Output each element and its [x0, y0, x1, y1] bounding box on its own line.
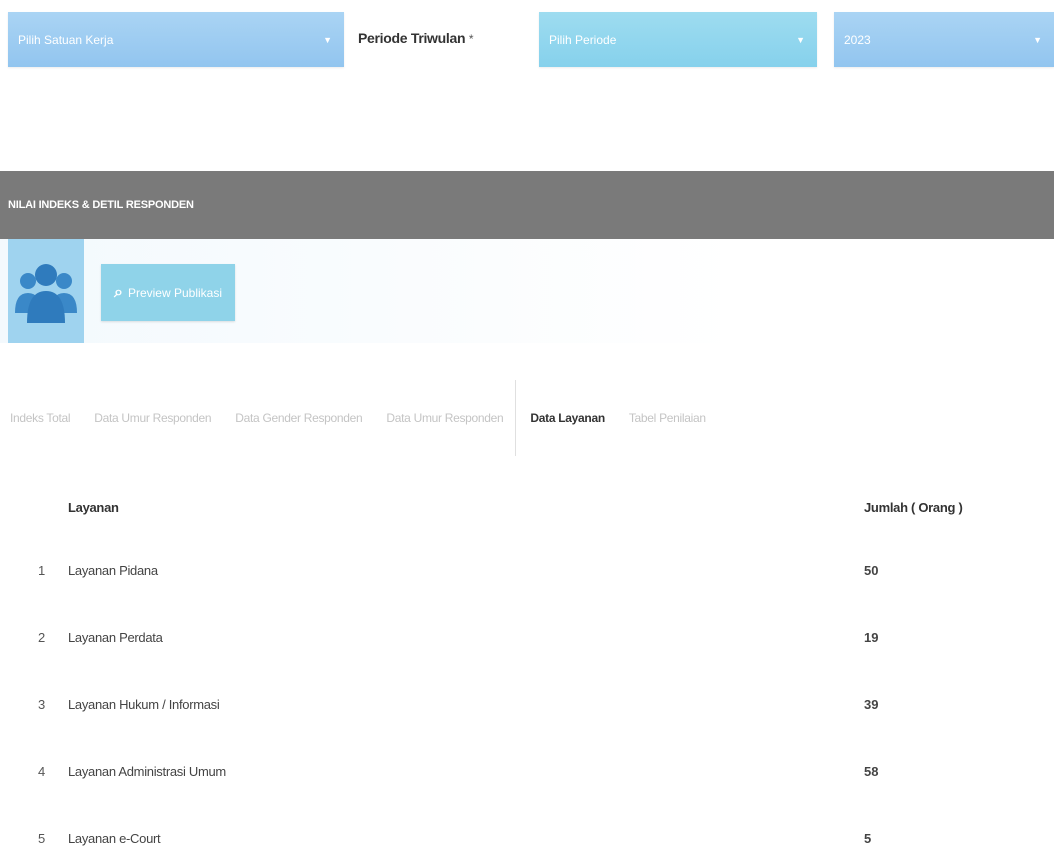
table-row: 5 Layanan e-Court 5: [0, 805, 1054, 858]
tab-data-layanan[interactable]: Data Layanan: [515, 380, 616, 456]
row-layanan: Layanan Hukum / Informasi: [68, 697, 220, 712]
tab-data-umur-responden-2[interactable]: Data Umur Responden: [374, 411, 515, 425]
row-number: 1: [38, 563, 46, 578]
periode-label-text: Periode Triwulan: [358, 30, 466, 46]
row-jumlah: 39: [864, 697, 879, 712]
panel-title: NILAI INDEKS & DETIL RESPONDEN: [8, 199, 194, 211]
row-layanan: Layanan e-Court: [68, 831, 161, 846]
periode-value: Pilih Periode: [549, 32, 617, 47]
row-jumlah: 19: [864, 630, 879, 645]
chevron-down-icon: ▼: [323, 34, 332, 45]
preview-publikasi-button[interactable]: ⌕ Preview Publikasi: [101, 264, 235, 321]
satuan-kerja-select[interactable]: Pilih Satuan Kerja ▼: [8, 12, 344, 67]
required-marker: *: [468, 32, 474, 46]
tab-data-gender-responden[interactable]: Data Gender Responden: [223, 411, 374, 425]
tab-tabel-penilaian[interactable]: Tabel Penilaian: [617, 411, 718, 425]
header-layanan: Layanan: [68, 499, 119, 515]
table-row: 3 Layanan Hukum / Informasi 39: [0, 671, 1054, 738]
preview-publikasi-label: Preview Publikasi: [127, 285, 222, 300]
layanan-table: Layanan Jumlah ( Orang ) 1 Layanan Pidan…: [0, 477, 1054, 858]
row-number: 2: [38, 630, 46, 645]
row-jumlah: 50: [864, 563, 879, 578]
row-jumlah: 58: [864, 764, 879, 779]
header-no: [0, 477, 68, 537]
panel-header: NILAI INDEKS & DETIL RESPONDEN: [0, 171, 1054, 239]
tahun-select[interactable]: 2023 ▼: [834, 12, 1054, 67]
periode-select[interactable]: Pilih Periode ▼: [539, 12, 817, 67]
row-layanan: Layanan Administrasi Umum: [68, 764, 226, 779]
table-row: 1 Layanan Pidana 50: [0, 537, 1054, 604]
table-row: 4 Layanan Administrasi Umum 58: [0, 738, 1054, 805]
periode-triwulan-label: Periode Triwulan *: [358, 30, 474, 46]
header-jumlah: Jumlah ( Orang ): [864, 499, 963, 515]
chevron-down-icon: ▼: [1033, 34, 1042, 45]
satuan-kerja-value: Pilih Satuan Kerja: [18, 32, 114, 47]
row-layanan: Layanan Perdata: [68, 630, 163, 645]
users-group-icon: [8, 239, 84, 343]
row-number: 3: [38, 697, 46, 712]
search-icon: ⌕: [113, 283, 123, 301]
row-layanan: Layanan Pidana: [68, 563, 158, 578]
row-jumlah: 5: [864, 831, 872, 846]
table-row: 2 Layanan Perdata 19: [0, 604, 1054, 671]
table-header-row: Layanan Jumlah ( Orang ): [0, 477, 1054, 537]
detail-tabs: Indeks Total Data Umur Responden Data Ge…: [0, 380, 1054, 456]
tab-data-umur-responden[interactable]: Data Umur Responden: [82, 411, 223, 425]
tahun-value: 2023: [844, 32, 871, 47]
row-number: 5: [38, 831, 46, 846]
chevron-down-icon: ▼: [796, 34, 805, 45]
tab-indeks-total[interactable]: Indeks Total: [0, 411, 82, 425]
row-number: 4: [38, 764, 46, 779]
